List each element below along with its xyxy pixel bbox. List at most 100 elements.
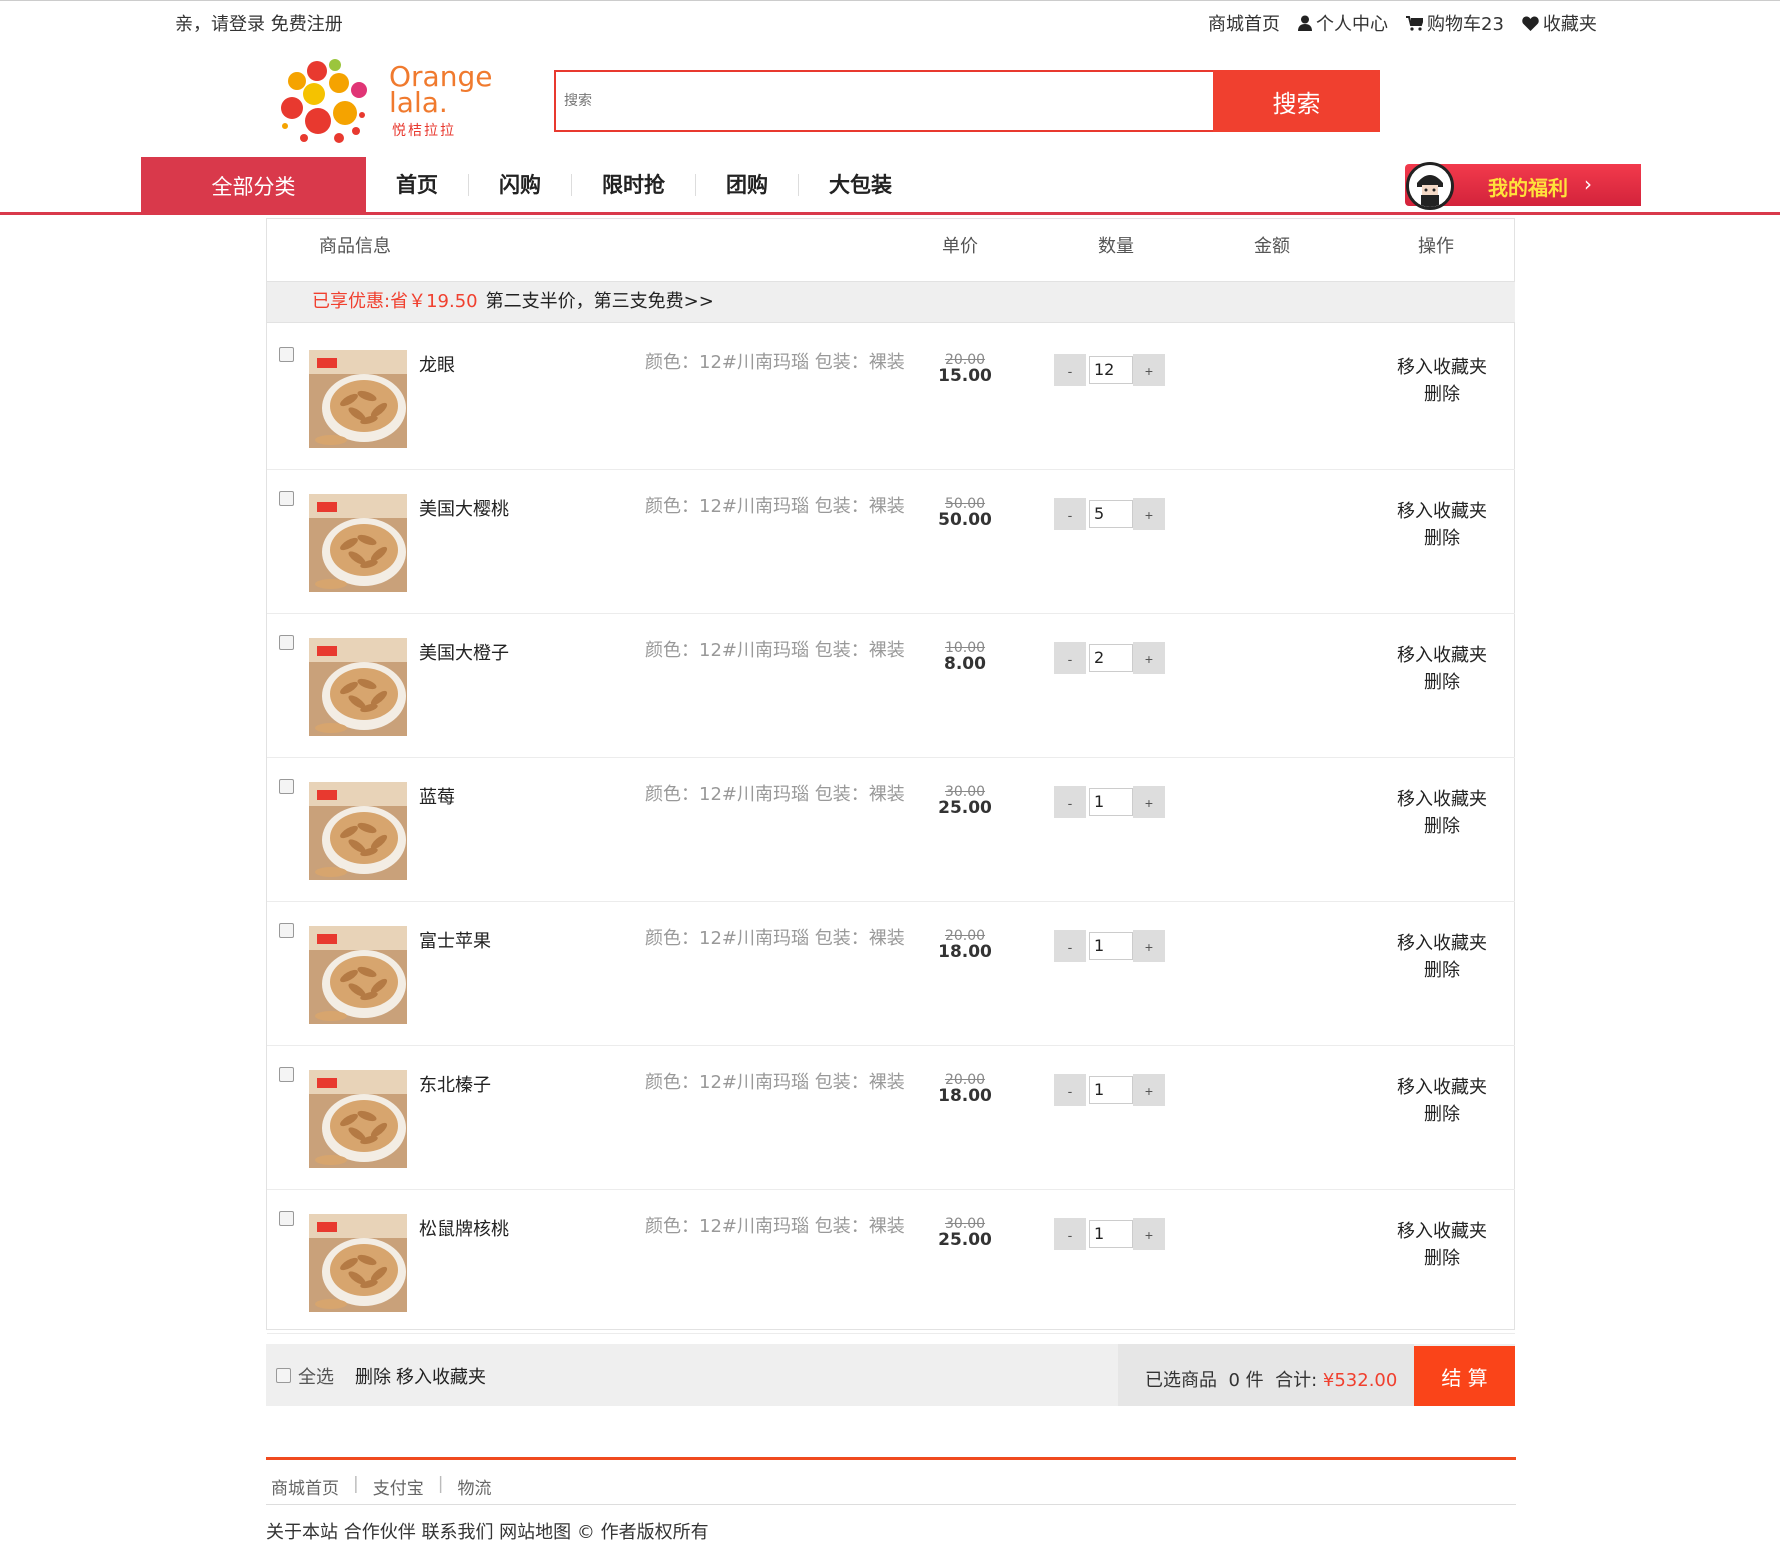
product-thumbnail[interactable] (309, 782, 407, 880)
move-to-favorites-link[interactable]: 移入收藏夹 (1387, 929, 1497, 955)
nav-item-group-buy[interactable]: 团购 (696, 173, 799, 196)
qty-input[interactable]: 1 (1089, 1076, 1133, 1104)
unit-price: 25.00 (938, 798, 992, 818)
footer-link-alipay[interactable]: 支付宝 (373, 1474, 424, 1499)
col-header-amount: 金额 (1254, 236, 1290, 257)
product-name[interactable]: 东北榛子 (419, 1071, 491, 1097)
checkout-button[interactable]: 结 算 (1414, 1346, 1515, 1406)
item-checkbox[interactable] (279, 923, 294, 938)
qty-input[interactable]: 2 (1089, 644, 1133, 672)
promo-bar: 已享优惠:省￥19.50 第二支半价，第三支免费>> (267, 281, 1515, 323)
user-center-link[interactable]: 个人中心 (1298, 10, 1388, 36)
chevron-right-icon: › (1584, 172, 1592, 196)
move-to-favorites-link[interactable]: 移入收藏夹 (1387, 785, 1497, 811)
user-icon (1298, 15, 1312, 31)
delete-item-link[interactable]: 删除 (1387, 1244, 1497, 1270)
total-amount: ¥532.00 (1322, 1370, 1398, 1391)
qty-decrease-button[interactable]: - (1054, 1218, 1086, 1250)
item-checkbox[interactable] (279, 1211, 294, 1226)
product-thumbnail[interactable] (309, 494, 407, 592)
product-thumbnail[interactable] (309, 1214, 407, 1312)
nav-item-time-limited[interactable]: 限时抢 (572, 173, 696, 196)
delete-item-link[interactable]: 删除 (1387, 668, 1497, 694)
qty-input[interactable]: 1 (1089, 932, 1133, 960)
my-welfare-label: 我的福利 (1488, 176, 1568, 200)
search-button[interactable]: 搜索 (1213, 70, 1380, 132)
product-thumbnail[interactable] (309, 1070, 407, 1168)
qty-input[interactable]: 5 (1089, 500, 1133, 528)
unit-price: 15.00 (938, 366, 992, 386)
product-name[interactable]: 松鼠牌核桃 (419, 1215, 509, 1241)
qty-input[interactable]: 1 (1089, 788, 1133, 816)
qty-increase-button[interactable]: + (1133, 1074, 1165, 1106)
qty-increase-button[interactable]: + (1133, 786, 1165, 818)
product-name[interactable]: 美国大橙子 (419, 639, 509, 665)
user-center-label: 个人中心 (1316, 14, 1388, 35)
logo-subtext: 悦桔拉拉 (392, 123, 456, 139)
total-label: 合计: (1275, 1370, 1318, 1391)
move-to-favorites-link[interactable]: 移入收藏夹 (1387, 641, 1497, 667)
product-name[interactable]: 蓝莓 (419, 783, 455, 809)
qty-decrease-button[interactable]: - (1054, 498, 1086, 530)
delete-item-link[interactable]: 删除 (1387, 1100, 1497, 1126)
bulk-delete-link[interactable]: 删除 (355, 1363, 391, 1389)
item-checkbox[interactable] (279, 1067, 294, 1082)
product-thumbnail[interactable] (309, 926, 407, 1024)
select-all-label[interactable]: 全选 (298, 1363, 334, 1389)
qty-decrease-button[interactable]: - (1054, 1074, 1086, 1106)
move-to-favorites-link[interactable]: 移入收藏夹 (1387, 1073, 1497, 1099)
cart-link[interactable]: 购物车23 (1406, 10, 1504, 36)
qty-increase-button[interactable]: + (1133, 1218, 1165, 1250)
item-checkbox[interactable] (279, 779, 294, 794)
product-name[interactable]: 美国大樱桃 (419, 495, 509, 521)
product-name[interactable]: 龙眼 (419, 351, 455, 377)
select-all-checkbox[interactable] (276, 1368, 291, 1383)
footer-link-logistics[interactable]: 物流 (457, 1474, 491, 1499)
item-checkbox[interactable] (279, 491, 294, 506)
qty-increase-button[interactable]: + (1133, 354, 1165, 386)
nav-item-flash-sale[interactable]: 闪购 (469, 173, 572, 196)
copyright-text: 关于本站 合作伙伴 联系我们 网站地图 © 作者版权所有 (266, 1522, 709, 1543)
favorites-link[interactable]: 收藏夹 (1522, 10, 1597, 36)
mall-home-link[interactable]: 商城首页 (1208, 10, 1280, 36)
cart-item-row: 蓝莓 颜色：12#川南玛瑙 包装：裸装 30.00 25.00-1 + 移入收藏夹 删除 (267, 758, 1515, 902)
product-name[interactable]: 富士苹果 (419, 927, 491, 953)
move-to-favorites-link[interactable]: 移入收藏夹 (1387, 1217, 1497, 1243)
cart-item-row: 龙眼 颜色：12#川南玛瑙 包装：裸装 20.00 15.00-12 + 移入收藏夹 删除 (267, 326, 1515, 470)
promo-rule-link[interactable]: 第二支半价，第三支免费>> (486, 291, 714, 312)
top-border (0, 0, 1780, 1)
bulk-move-favorites-link[interactable]: 移入收藏夹 (396, 1363, 486, 1389)
delete-item-link[interactable]: 删除 (1387, 812, 1497, 838)
product-thumbnail[interactable] (309, 638, 407, 736)
qty-decrease-button[interactable]: - (1054, 354, 1086, 386)
footer-link-home[interactable]: 商城首页 (271, 1474, 339, 1499)
login-register-link[interactable]: 亲，请登录 免费注册 (175, 10, 343, 36)
qty-increase-button[interactable]: + (1133, 498, 1165, 530)
move-to-favorites-link[interactable]: 移入收藏夹 (1387, 353, 1497, 379)
all-categories-button[interactable]: 全部分类 (141, 157, 366, 215)
delete-item-link[interactable]: 删除 (1387, 380, 1497, 406)
welfare-avatar-icon (1406, 162, 1454, 210)
delete-item-link[interactable]: 删除 (1387, 956, 1497, 982)
qty-input[interactable]: 1 (1089, 1220, 1133, 1248)
cart-item-row: 富士苹果 颜色：12#川南玛瑙 包装：裸装 20.00 18.00-1 + 移入收藏夹 删除 (267, 902, 1515, 1046)
nav-item-home[interactable]: 首页 (366, 173, 469, 196)
product-attributes: 颜色：12#川南玛瑙 包装：裸装 (645, 1216, 905, 1237)
qty-decrease-button[interactable]: - (1054, 786, 1086, 818)
nav-item-big-pack[interactable]: 大包装 (799, 174, 922, 196)
product-thumbnail[interactable] (309, 350, 407, 448)
qty-decrease-button[interactable]: - (1054, 930, 1086, 962)
site-logo[interactable]: Orange lala. 悦桔拉拉 (276, 53, 492, 148)
move-to-favorites-link[interactable]: 移入收藏夹 (1387, 497, 1497, 523)
item-checkbox[interactable] (279, 635, 294, 650)
qty-increase-button[interactable]: + (1133, 642, 1165, 674)
qty-input[interactable]: 12 (1089, 356, 1133, 384)
item-checkbox[interactable] (279, 347, 294, 362)
search-input[interactable] (554, 70, 1223, 132)
promo-saved: 已享优惠:省￥19.50 (312, 291, 478, 312)
qty-increase-button[interactable]: + (1133, 930, 1165, 962)
delete-item-link[interactable]: 删除 (1387, 524, 1497, 550)
qty-decrease-button[interactable]: - (1054, 642, 1086, 674)
order-summary: 已选商品 0 件 合计: ¥532.00 (1145, 1366, 1397, 1392)
unit-price: 8.00 (944, 654, 986, 674)
